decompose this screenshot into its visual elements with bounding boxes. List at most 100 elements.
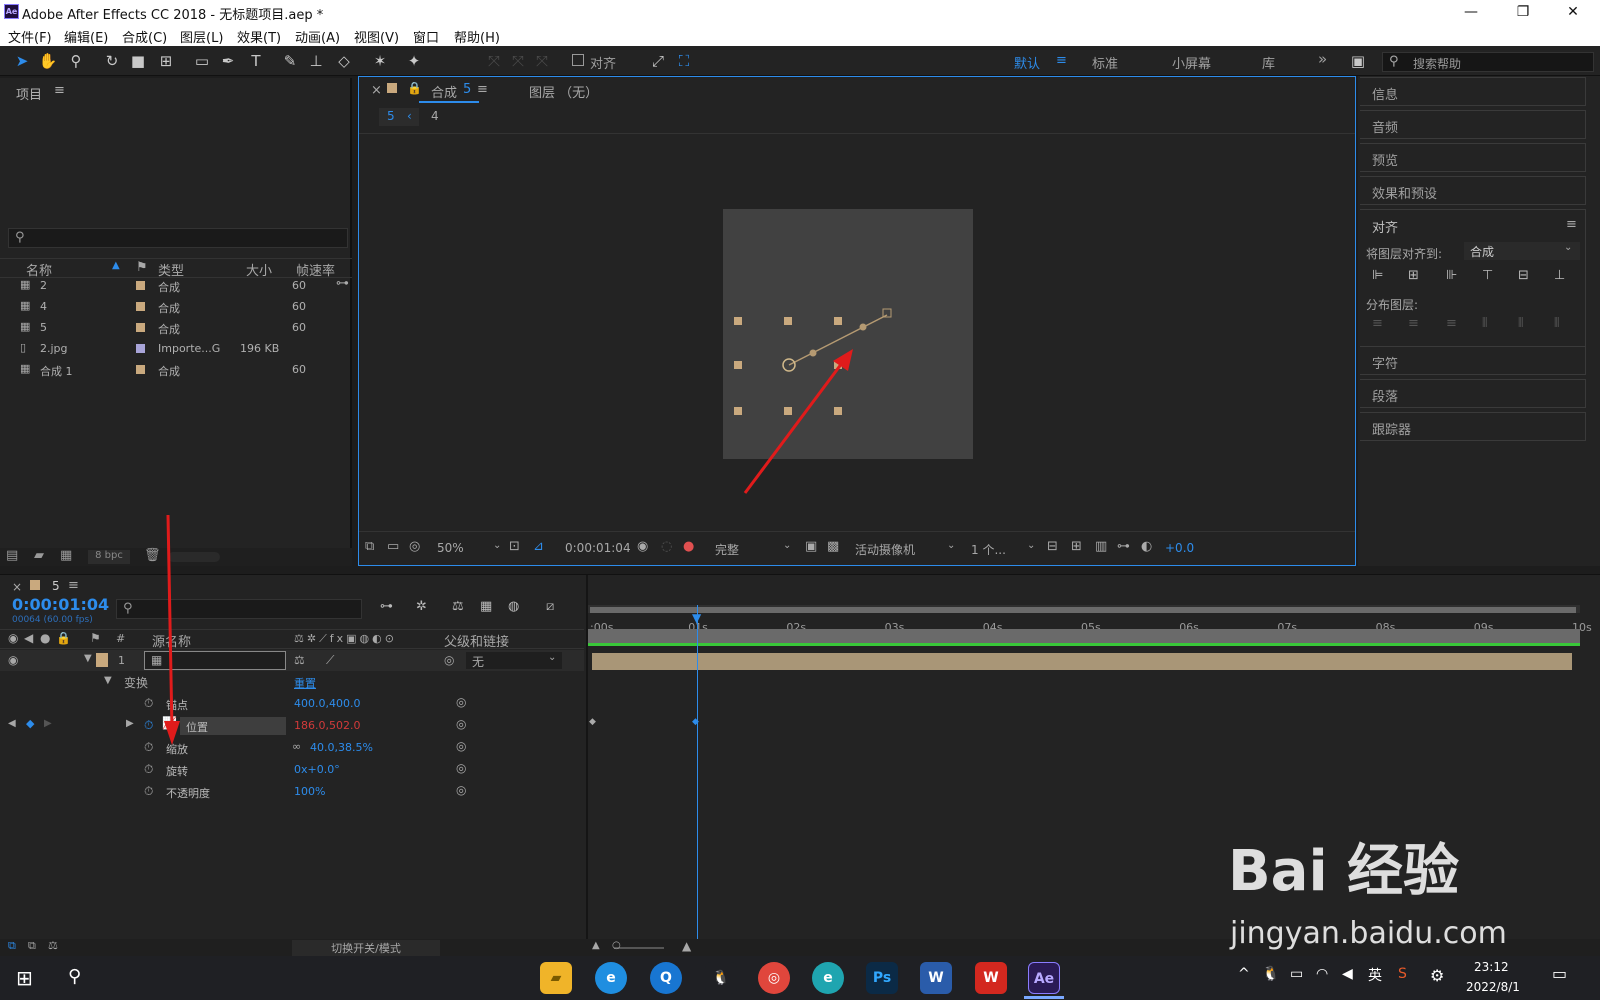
next-keyframe-icon[interactable]: ▶ <box>44 718 52 729</box>
settings-icon[interactable]: ⚙ <box>1430 966 1444 985</box>
sort-ascending-icon[interactable]: ▲ <box>112 260 120 271</box>
view-axis-icon[interactable]: ⤧ <box>532 51 552 71</box>
video-switch-icon[interactable]: ◉ <box>8 631 18 645</box>
menu-composition[interactable]: 合成(C) <box>122 27 167 46</box>
property-row[interactable]: ⏱ 旋转 0x+0.0° ◎ <box>0 760 584 781</box>
tracker-panel[interactable]: 跟踪器 <box>1360 412 1586 441</box>
expression-pick-whip-icon[interactable]: ◎ <box>456 695 466 709</box>
property-value[interactable]: 100% <box>294 785 325 798</box>
clock-time[interactable]: 23:12 <box>1474 960 1509 974</box>
project-panel-title[interactable]: 项目 <box>16 84 42 103</box>
views-dropdown-icon[interactable]: ⌄ <box>1027 540 1035 551</box>
audio-switch-icon[interactable]: ◀ <box>24 631 33 645</box>
property-value[interactable]: 400.0,400.0 <box>294 697 360 710</box>
expression-pick-whip-icon[interactable]: ◎ <box>456 783 466 797</box>
project-item[interactable]: ▦ 2 合成 60 <box>14 276 334 296</box>
show-snapshot-icon[interactable]: ◌ <box>661 539 672 554</box>
workspace-small-screen[interactable]: 小屏幕 <box>1172 53 1211 72</box>
layer-handle[interactable] <box>834 407 842 415</box>
toggle-pixel-icon[interactable]: ⊟ <box>1047 539 1058 554</box>
region-icon[interactable]: ⊡ <box>509 539 520 554</box>
comp-menu-icon[interactable]: ≡ <box>477 82 488 97</box>
workspace-menu-icon[interactable]: ≡ <box>1056 53 1067 68</box>
expression-pick-whip-icon[interactable]: ◎ <box>456 717 466 731</box>
start-icon[interactable]: ⊞ <box>16 966 33 990</box>
network-icon[interactable]: ◠ <box>1316 966 1328 982</box>
color-channel-icon[interactable]: ● <box>683 539 694 554</box>
graph-editor-icon[interactable]: ⧄ <box>546 599 554 614</box>
brush-tool-icon[interactable]: ✎ <box>280 51 300 71</box>
position-expand-icon[interactable]: ▶ <box>126 718 134 729</box>
solo-switch-icon[interactable]: ● <box>40 631 50 645</box>
qq-browser-icon[interactable]: Q <box>650 962 682 994</box>
zoom-slider-thumb-icon[interactable]: ○ <box>612 940 621 951</box>
current-time-indicator[interactable] <box>697 605 698 941</box>
wps-tray-icon[interactable]: S <box>1398 966 1407 982</box>
layer-handle[interactable] <box>734 317 742 325</box>
menu-edit[interactable]: 编辑(E) <box>64 27 108 46</box>
layer-handle[interactable] <box>734 361 742 369</box>
align-menu-icon[interactable]: ≡ <box>1566 217 1577 232</box>
menu-view[interactable]: 视图(V) <box>354 27 399 46</box>
resolution-select[interactable]: 完整 <box>715 541 739 558</box>
bpc-button[interactable]: 8 bpc <box>88 550 130 564</box>
views-select[interactable]: 1 个... <box>971 541 1006 558</box>
property-row[interactable]: ⏱ 缩放 ∞ 40.0,38.5% ◎ <box>0 738 584 759</box>
layer-expand-icon[interactable]: ▼ <box>84 653 92 664</box>
mask-icon[interactable]: ◎ <box>409 539 420 554</box>
add-keyframe-icon[interactable]: ◆ <box>26 717 34 730</box>
layer-row[interactable]: ◉ ▼ 1 ▦ ⚖ ⟋ ◎ 无 ⌄ <box>0 650 584 671</box>
stretch-toggle-icon[interactable]: ⚖ <box>48 939 58 952</box>
tray-qq-icon[interactable]: 🐧 <box>1262 966 1279 982</box>
property-row[interactable]: ⏱ 锚点 400.0,400.0 ◎ <box>0 694 584 715</box>
layer-switches-toggle-icon[interactable]: ⧉ <box>8 939 16 953</box>
battery-icon[interactable]: ▭ <box>1290 966 1303 982</box>
zoom-slider[interactable] <box>614 947 664 949</box>
after-effects-taskbar-icon[interactable]: Ae <box>1028 962 1060 994</box>
grid-icon[interactable]: ▩ <box>827 539 839 554</box>
property-value[interactable]: 40.0,38.5% <box>310 741 373 754</box>
comp-tab-label[interactable]: 合成 <box>431 82 457 101</box>
wps-icon[interactable]: W <box>975 962 1007 994</box>
property-row[interactable]: ⏱ 不透明度 100% ◎ <box>0 782 584 803</box>
project-menu-icon[interactable]: ≡ <box>54 83 65 98</box>
expression-pick-whip-icon[interactable]: ◎ <box>456 739 466 753</box>
project-item[interactable]: ▦ 4 合成 60 <box>14 297 334 317</box>
distribute-right-icon[interactable]: ⫴ <box>1554 316 1559 331</box>
zoom-out-icon[interactable]: ▲ <box>592 940 600 951</box>
effects-presets-panel[interactable]: 效果和预设 <box>1360 176 1586 205</box>
project-search-input[interactable]: ⚲ <box>8 228 348 248</box>
project-item[interactable]: ▦ 合成 1 合成 60 <box>14 360 334 380</box>
new-folder-icon[interactable]: ▰ <box>34 548 44 563</box>
puppet-tool-icon[interactable]: ✦ <box>404 51 424 71</box>
interpret-footage-icon[interactable]: ▤ <box>6 548 18 563</box>
align-checkbox[interactable] <box>572 54 584 66</box>
menu-layer[interactable]: 图层(L) <box>180 27 223 46</box>
layer-visibility-icon[interactable]: ◉ <box>8 653 18 667</box>
align-left-icon[interactable]: ⊫ <box>1372 268 1383 283</box>
shy-layers-icon[interactable]: ⚖ <box>452 599 464 614</box>
position-keyframe[interactable]: ◆ <box>589 717 596 727</box>
menu-help[interactable]: 帮助(H) <box>454 27 500 46</box>
lock-switch-icon[interactable]: 🔒 <box>56 631 71 645</box>
selection-tool-icon[interactable]: ➤ <box>12 51 32 71</box>
project-item-label-color[interactable] <box>136 365 145 374</box>
menu-window[interactable]: 窗口 <box>413 27 439 46</box>
eraser-tool-icon[interactable]: ◇ <box>334 51 354 71</box>
transform-group[interactable]: ▼ 变换 重置 <box>0 672 584 693</box>
pen-tool-icon[interactable]: ✒ <box>218 51 238 71</box>
menu-animation[interactable]: 动画(A) <box>295 27 340 46</box>
project-item-label-color[interactable] <box>136 323 145 332</box>
notification-icon[interactable]: ▭ <box>1552 964 1567 983</box>
stopwatch-icon[interactable]: ⏱ <box>144 784 153 799</box>
breadcrumb-current[interactable]: 5 ‹ <box>379 108 419 126</box>
playhead-icon[interactable]: ▼ <box>692 611 701 625</box>
timeline-tab-label[interactable]: 5 <box>52 579 60 593</box>
layer-switches-icon[interactable]: ⚖✲⟋fx▣◍◐⊙ <box>294 632 397 646</box>
property-row[interactable]: ⏱ 位置 186.0,502.0 ◎ <box>0 716 584 737</box>
property-value[interactable]: 186.0,502.0 <box>294 719 360 732</box>
motion-blur-icon[interactable]: ◍ <box>508 599 519 614</box>
comp-mini-flowchart-icon[interactable]: ⊶ <box>380 599 393 614</box>
zoom-in-icon[interactable]: ▲ <box>682 939 691 953</box>
world-axis-icon[interactable]: ⤧ <box>508 51 528 71</box>
